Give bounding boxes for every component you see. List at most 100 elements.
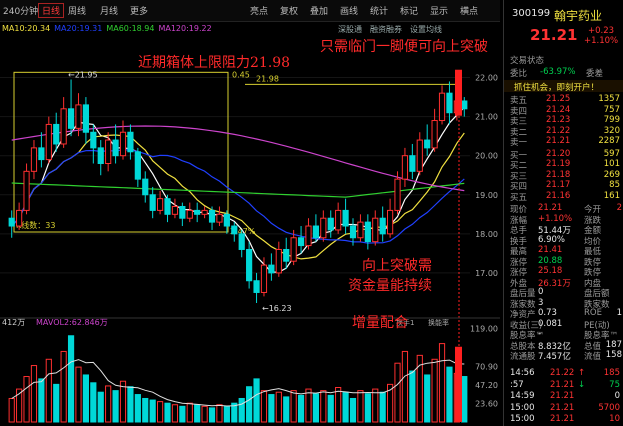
bid-volume: 161 (603, 190, 620, 201)
candle-body (38, 147, 45, 161)
top-link-2[interactable]: 设置均线 (410, 25, 442, 34)
quote-panel: 300199 翰宇药业 21.21 +0.23 +1.10% 交易状态 委比 -… (503, 0, 623, 426)
volume-bar (53, 383, 60, 423)
top-link-0[interactable]: 深股通 (338, 25, 362, 34)
breakout-bar (455, 69, 462, 116)
ma-legend: MA10:20.34 MA20:19.31 MA60:18.94 MA120:19.2… (2, 24, 216, 33)
ask-row[interactable]: 卖五 21.25 1357 (504, 94, 623, 106)
promo-banner[interactable]: 抓住机会，即刻开户！ (504, 80, 623, 93)
tick-time: 15:00 (510, 414, 535, 424)
toolbar-item-1[interactable]: 日线 (38, 3, 65, 18)
toolbar-item-6[interactable]: 复权 (280, 4, 298, 17)
stat-value: 0.73 (538, 308, 557, 318)
candle-body (297, 237, 305, 247)
price-row: 21.21 +0.23 +1.10% (504, 26, 623, 46)
candle-body (142, 178, 149, 196)
tick-time: :57 (510, 379, 524, 390)
candle-body (401, 155, 409, 180)
candle-body (260, 264, 268, 293)
volume-bar (305, 388, 312, 423)
candle-body (357, 221, 364, 239)
candle-body (320, 217, 327, 239)
tick-volume: 75 (609, 379, 620, 390)
promo-text[interactable]: 抓住机会，即刻开户！ (514, 81, 599, 93)
ask-row[interactable]: 卖三 21.23 799 (504, 115, 623, 127)
bid-row[interactable]: 买五 21.16 161 (504, 190, 623, 203)
volume-bar (105, 385, 112, 423)
tick-volume: 10 (609, 414, 620, 424)
tick-arrow: ↑ (578, 368, 586, 378)
volume-bar (208, 407, 216, 423)
volume-bar (223, 405, 230, 423)
bid-row[interactable]: 买二 21.19 101 (504, 159, 623, 171)
bid-row[interactable]: 买三 21.18 269 (504, 170, 623, 182)
candle-body (409, 155, 416, 172)
bid-volume: 101 (603, 159, 620, 169)
kline-chart[interactable]: 22.00 21.00 20.00 19.00 18.00 17.00 0.45 K线数：33… (0, 22, 500, 426)
tick-price: 21.21 (550, 414, 575, 424)
volume-annotation-line2: 资金量能持续 (348, 278, 432, 294)
toolbar-item-5[interactable]: 亮点 (250, 4, 268, 17)
volume-bar (372, 388, 379, 423)
quote-stat-row: 最高 21.41 最低 (504, 245, 623, 257)
candle-body (53, 123, 60, 145)
quote-stat-row: 现价 21.21 今开 2 (504, 203, 623, 215)
candle-body (90, 131, 97, 149)
candle-body (446, 92, 453, 114)
candle-body (75, 104, 82, 129)
ask-price: 21.21 (546, 136, 571, 146)
volume-bar (142, 397, 149, 423)
toolbar-item-12[interactable]: 横点 (460, 4, 478, 17)
toolbar-item-9[interactable]: 统计 (370, 4, 388, 17)
top-link-1[interactable]: 融资融券 (370, 25, 402, 34)
candle-body (186, 209, 193, 219)
candle-body (238, 233, 245, 250)
breakout-volume-bar (455, 346, 462, 422)
toolbar-item-2[interactable]: 周线 (68, 4, 86, 17)
toolbar-item-10[interactable]: 标记 (400, 4, 418, 17)
toolbar-item-4[interactable]: 更多 (130, 4, 148, 17)
bid-row[interactable]: 买一 21.20 597 (504, 149, 623, 161)
status-row: 交易状态 (504, 54, 623, 66)
volume-bar (260, 390, 268, 423)
volume-bar (379, 391, 386, 423)
ask-row[interactable]: 卖二 21.22 320 (504, 126, 623, 138)
toolbar-item-7[interactable]: 叠加 (310, 4, 328, 17)
candle-body (45, 123, 52, 161)
ask-row[interactable]: 卖一 21.21 2287 (504, 136, 623, 148)
price-tick-label: 17.00 (475, 269, 498, 278)
quote-stat-row: 盘后量 0 盘后额 (504, 287, 623, 299)
ask-row[interactable]: 卖四 21.24 757 (504, 105, 623, 117)
stat-value: - (538, 329, 542, 339)
toolbar-item-8[interactable]: 画线 (340, 4, 358, 17)
candle-body (8, 217, 15, 227)
candle-body (379, 217, 386, 235)
volume-bar (23, 376, 30, 423)
toolbar-item-11[interactable]: 显示 (430, 4, 448, 17)
tick-time: 14:59 (510, 391, 535, 401)
bid-label: 买五 (510, 192, 528, 203)
candle-body (134, 151, 141, 180)
volume-bar (357, 390, 364, 423)
candle-body (364, 221, 371, 243)
candle-body (349, 225, 357, 239)
stock-code: 300199 (512, 8, 551, 19)
volume-bar (312, 393, 320, 423)
volume-bar (67, 335, 75, 423)
bid-row[interactable]: 买四 21.17 85 (504, 180, 623, 192)
volume-tick-label: 70.90 (475, 362, 498, 371)
candle-body (461, 100, 468, 110)
volume-bar (438, 343, 446, 423)
ma-legend-item-3: MA120:19.22 (158, 24, 212, 33)
stock-name[interactable]: 翰宇药业 (554, 7, 602, 24)
toolbar-item-3[interactable]: 月线 (100, 4, 118, 17)
candle-body (30, 147, 38, 172)
tick-row: 15:00 21.21 5700 (504, 403, 623, 414)
toolbar-item-0[interactable]: 240分钟 (3, 4, 38, 17)
volume-bar (186, 402, 193, 423)
volume-bar (164, 402, 171, 423)
volume-bar (335, 387, 342, 423)
tick-price: 21.21 (550, 379, 575, 390)
quote-stat-row: 收益(三) 0.081 PE(动) (504, 319, 623, 331)
candle-body (231, 225, 238, 235)
